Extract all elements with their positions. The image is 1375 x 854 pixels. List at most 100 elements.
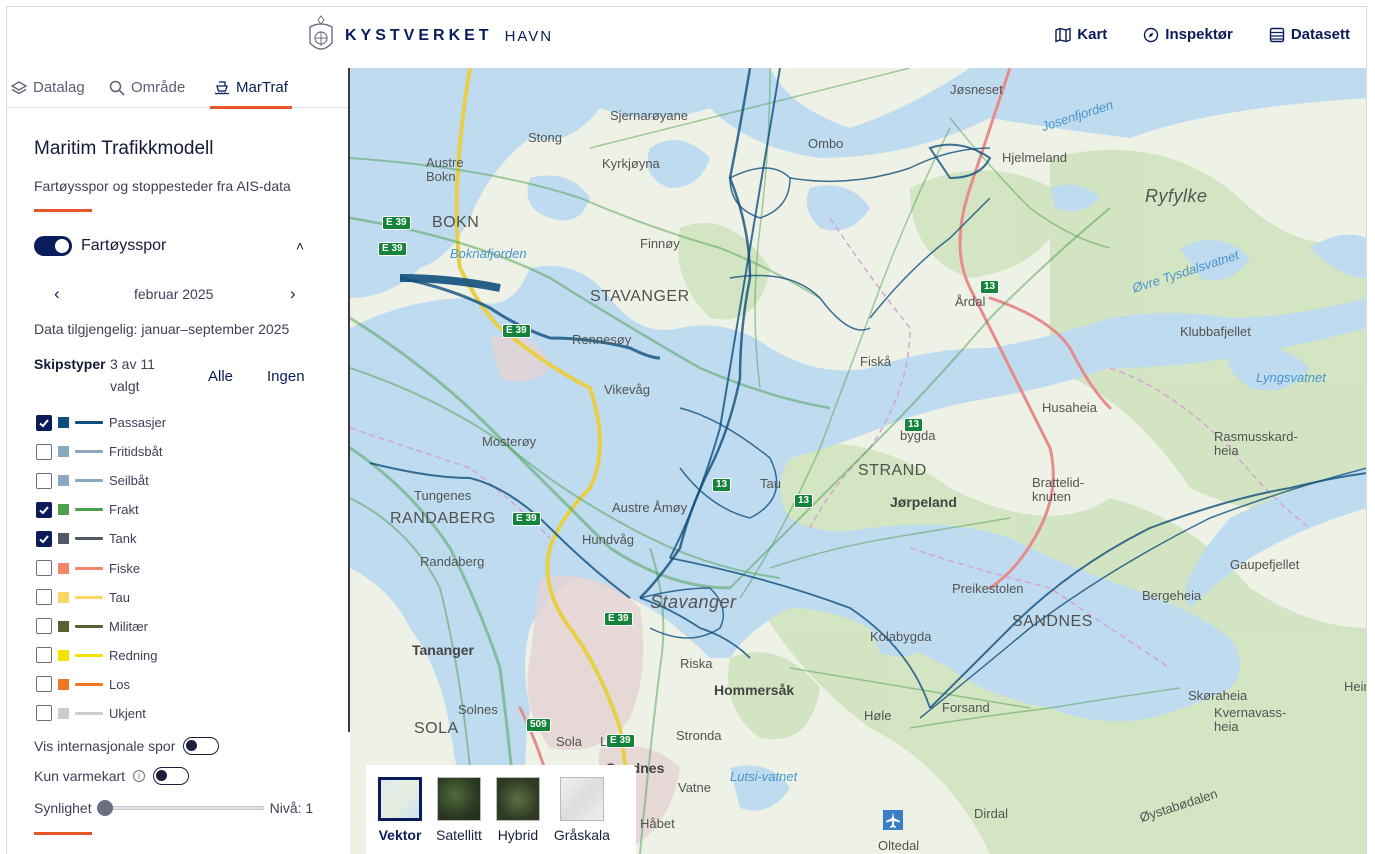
legend-swatch [58, 417, 69, 429]
intl-tracks-toggle[interactable] [183, 737, 220, 755]
sidebar-tabs: Datalag Område MarTraf [7, 68, 349, 109]
map-canvas[interactable]: Jøsneset Josenfjorden Hjelmeland Ryfylke Øvr… [350, 68, 1367, 854]
visibility-slider-thumb[interactable] [96, 800, 113, 816]
legend-row[interactable]: Frakt [36, 495, 326, 524]
map-place-label: Jøsneset [950, 82, 1003, 97]
legend-checkbox[interactable] [36, 676, 52, 693]
map-place-label: Finnøy [640, 236, 680, 251]
legend-row[interactable]: Redning [36, 641, 326, 670]
legend-swatch [58, 620, 69, 632]
brand[interactable]: KYSTVERKET HAVN [307, 15, 553, 57]
map-place-label: Ombo [808, 136, 844, 151]
nav-kart[interactable]: Kart [1055, 26, 1107, 43]
map-place-label: Randaberg [420, 554, 485, 569]
map-place-label: Husaheia [1042, 400, 1097, 415]
legend-label: Frakt [109, 502, 139, 518]
chevron-right-icon[interactable]: › [290, 284, 296, 304]
legend-checkbox[interactable] [36, 647, 52, 664]
select-all-link[interactable]: Alle [208, 368, 233, 385]
legend-row[interactable]: Fritidsbåt [36, 437, 326, 466]
heatmap-toggle[interactable] [153, 767, 190, 785]
legend-row[interactable]: Fiske [36, 553, 326, 582]
nav-datasett[interactable]: Datasett [1269, 26, 1350, 43]
month-selector: ‹ februar 2025 › [34, 284, 304, 304]
map-place-label: Lyngsvatnet [1256, 370, 1326, 385]
basemap-option[interactable]: Hybrid [495, 777, 540, 854]
legend-checkbox[interactable] [36, 443, 52, 460]
map-place-label: Stavanger [650, 592, 737, 612]
tab-omrade[interactable]: Område [107, 68, 187, 108]
basemap-option[interactable]: Satellitt [436, 777, 482, 854]
road-shield: E 39 [502, 324, 531, 338]
track-toggle-row: Fartøysspor ˄ [34, 236, 304, 256]
legend-label: Los [109, 676, 130, 692]
nav-inspektor[interactable]: Inspektør [1143, 26, 1233, 43]
track-toggle-label: Fartøysspor [81, 237, 167, 254]
road-shield: E 39 [512, 512, 541, 526]
ship-types-header: Skipstyper 3 av 11 valgt Alle Ingen [34, 354, 324, 398]
info-icon[interactable]: i [133, 770, 146, 782]
legend-swatch [58, 707, 69, 719]
tab-datalag[interactable]: Datalag [9, 68, 87, 108]
chevron-left-icon[interactable]: ‹ [54, 284, 60, 304]
visibility-slider[interactable] [96, 800, 264, 816]
track-toggle[interactable] [34, 236, 72, 256]
legend-row[interactable]: Tank [36, 524, 326, 553]
tab-martraf[interactable]: MarTraf [210, 68, 292, 109]
legend-checkbox[interactable] [36, 414, 52, 431]
map-place-label: Tungenes [414, 488, 472, 503]
legend-row[interactable]: Militær [36, 612, 326, 641]
road-shield: 13 [904, 418, 924, 432]
chevron-up-icon[interactable]: ˄ [296, 238, 304, 254]
basemap-label: Gråskala [553, 827, 610, 843]
accent-divider [34, 209, 92, 212]
legend-row[interactable]: Ukjent [36, 699, 326, 728]
legend-row[interactable]: Seilbåt [36, 466, 326, 495]
legend-checkbox[interactable] [36, 560, 52, 577]
map-place-label: Mosterøy [482, 434, 537, 449]
basemap-label: Satellitt [436, 827, 482, 843]
panel-title: Maritim Trafikkmodell [34, 138, 214, 159]
map-place-label: Hommersåk [714, 682, 795, 698]
map-place-label: Fiskå [860, 354, 892, 369]
legend-checkbox[interactable] [36, 589, 52, 606]
legend-swatch [58, 446, 69, 458]
heatmap-row: Kun varmekart i [34, 767, 190, 785]
map-place-label: Preikestolen [952, 581, 1024, 596]
map-place-label: Høle [864, 708, 892, 723]
tab-omrade-label: Område [131, 79, 186, 96]
map-place-label: Sola [556, 734, 583, 749]
legend-row[interactable]: Los [36, 670, 326, 699]
intl-tracks-label: Vis internasjonale spor [34, 738, 176, 754]
legend-checkbox[interactable] [36, 705, 52, 722]
legend-label: Tank [109, 531, 137, 547]
intl-tracks-row: Vis internasjonale spor [34, 737, 220, 755]
map-place-label: Heim [1344, 679, 1366, 694]
map-place-label: Håbet [640, 816, 675, 831]
basemap-option[interactable]: Gråskala [554, 777, 610, 854]
check-icon [39, 418, 49, 427]
map-place-label: STAVANGER [590, 288, 690, 305]
select-none-link[interactable]: Ingen [267, 368, 305, 385]
legend-line [75, 595, 103, 599]
map-place-label: BOKN [432, 214, 480, 231]
legend-checkbox[interactable] [36, 530, 52, 547]
top-nav: Kart Inspektør Datasett [1055, 26, 1350, 43]
legend-row[interactable]: Tau [36, 583, 326, 612]
basemap-option[interactable]: Vektor [378, 777, 422, 854]
legend-row[interactable]: Passasjer [36, 408, 326, 437]
legend-label: Passasjer [109, 415, 167, 431]
map-place-label: Lutsi-vatnet [730, 769, 798, 784]
crest-icon [309, 15, 333, 50]
road-shield: E 39 [604, 612, 633, 626]
legend-label: Fritidsbåt [109, 444, 163, 460]
legend-checkbox[interactable] [36, 618, 52, 635]
legend-checkbox[interactable] [36, 472, 52, 489]
legend-checkbox[interactable] [36, 501, 52, 518]
ship-types-label: Skipstyper [34, 356, 106, 372]
level-label: Nivå: 1 [269, 800, 314, 816]
search-icon [109, 80, 125, 96]
map-place-label: Solnes [458, 702, 498, 717]
map-place-label: Rasmusskard-heia [1214, 429, 1298, 458]
compass-icon [1144, 27, 1159, 42]
